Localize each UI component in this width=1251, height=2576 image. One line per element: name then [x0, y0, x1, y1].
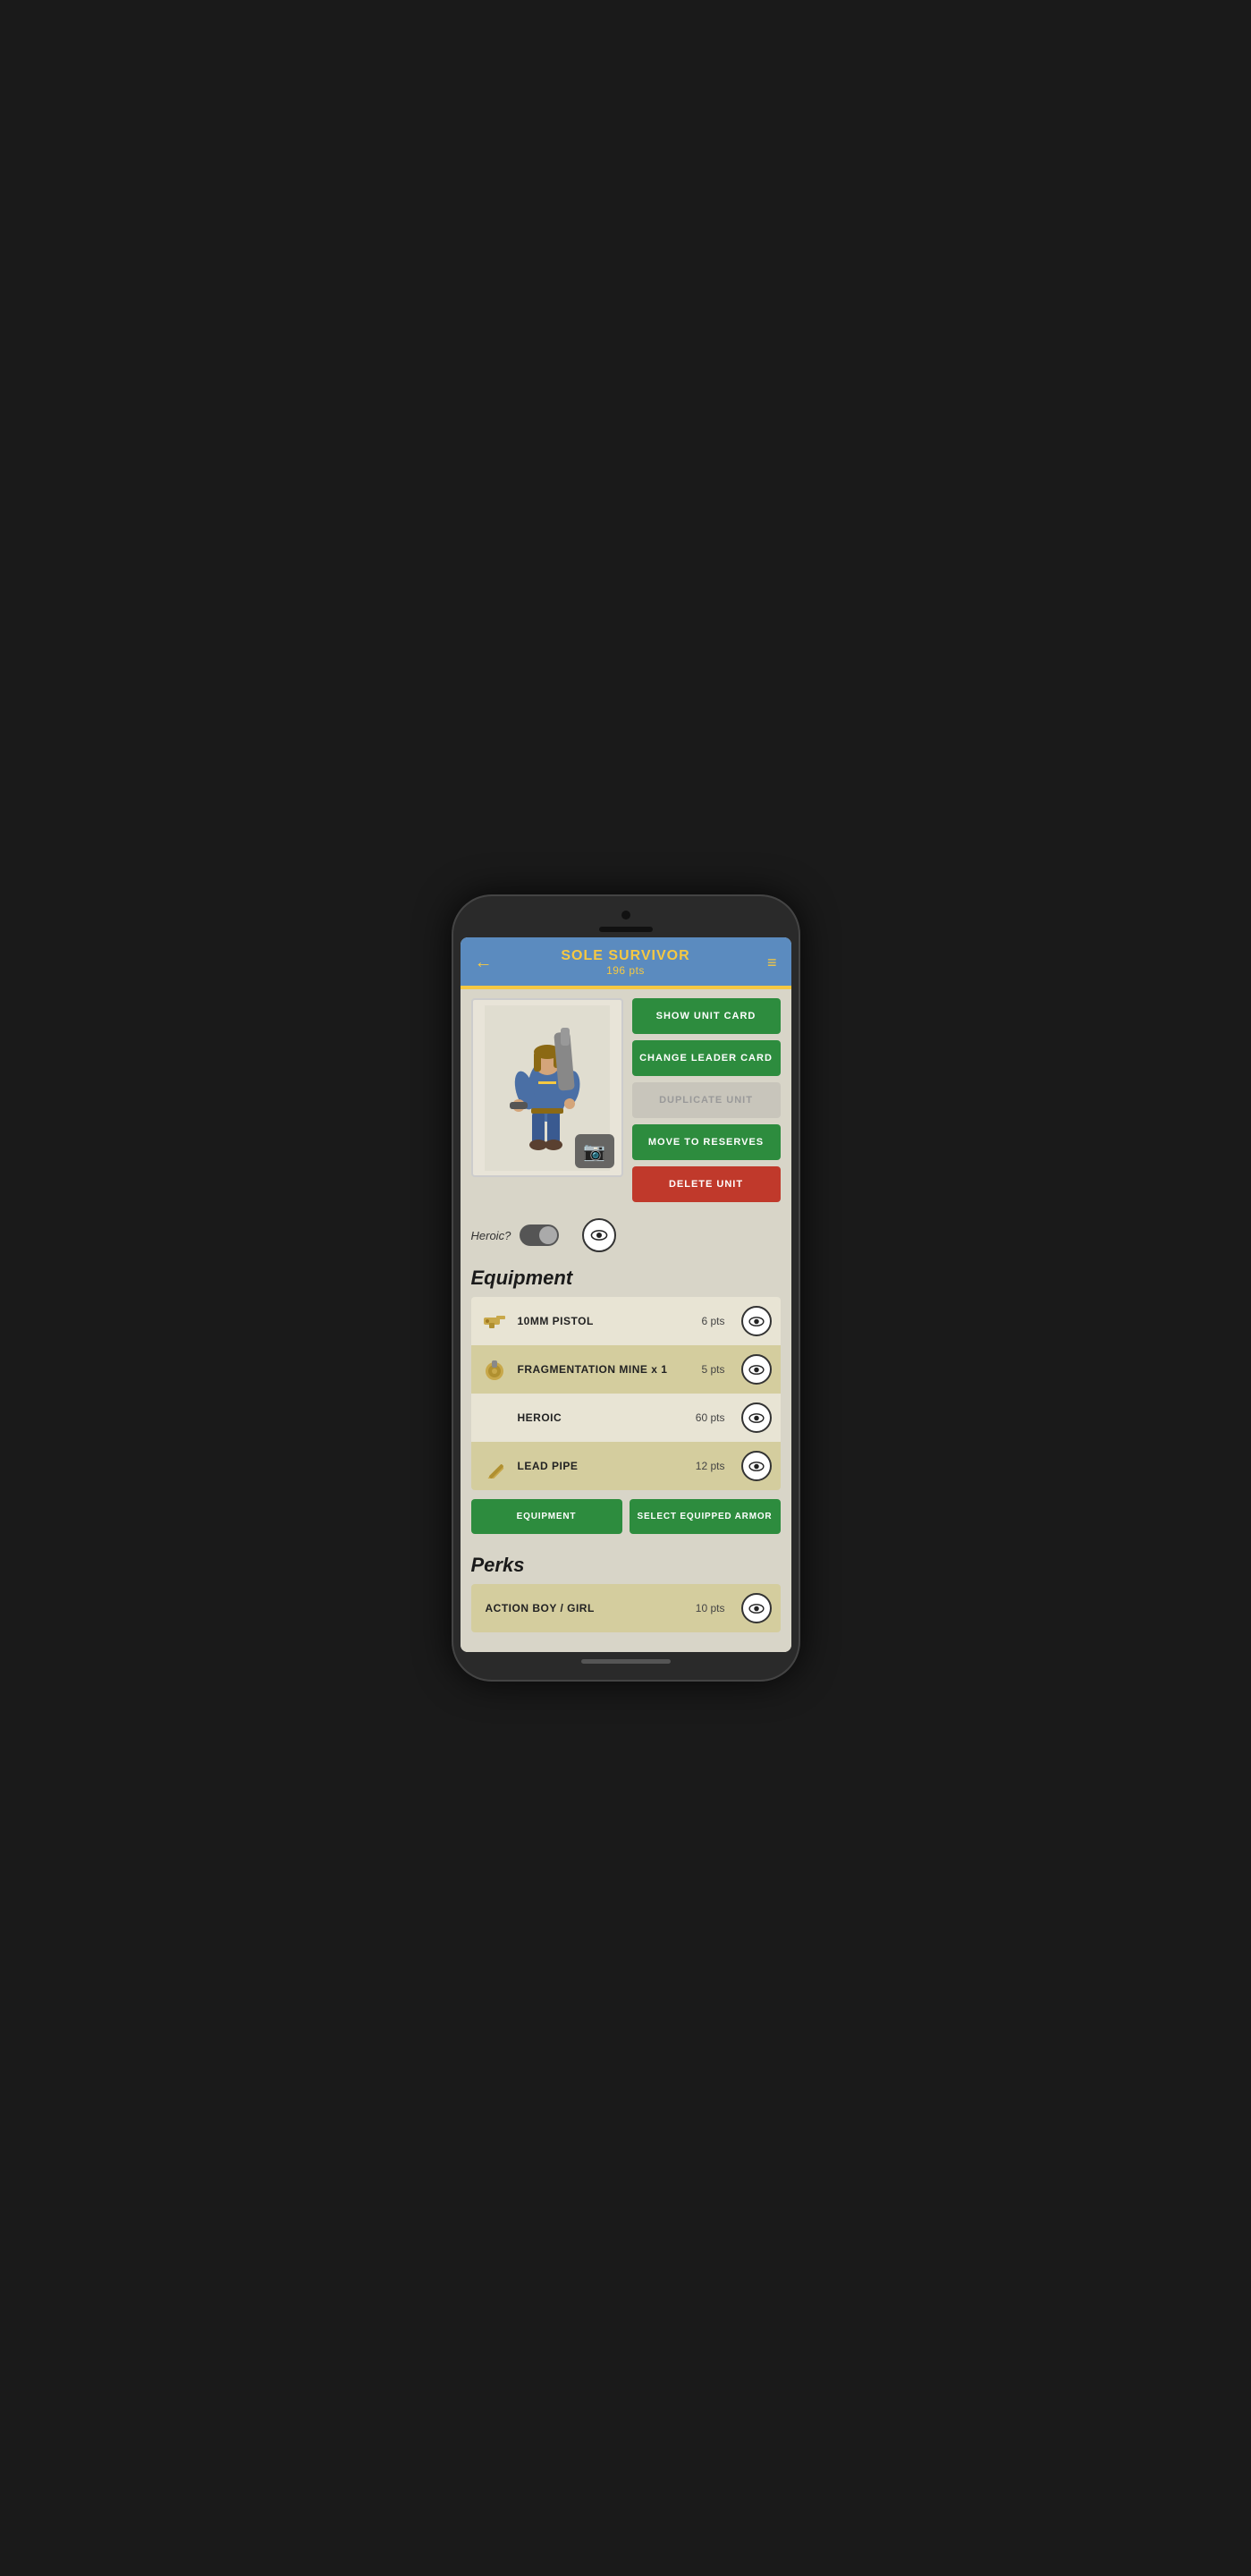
equipment-item-name: 10MM PISTOL [518, 1315, 693, 1327]
toggle-thumb [539, 1226, 557, 1244]
page-title: SOLE SURVIVOR [500, 948, 752, 964]
duplicate-unit-button: DUPLICATE UNIT [632, 1082, 781, 1118]
points-display: 196 pts [500, 964, 752, 977]
unit-image-box: 📷 [471, 998, 623, 1177]
equipment-eye-button[interactable] [741, 1354, 772, 1385]
equipment-row: LEAD PIPE 12 pts [471, 1442, 781, 1490]
bottom-buttons: EQUIPMENT SELECT EQUIPPED ARMOR [471, 1490, 781, 1543]
heroic-toggle[interactable] [520, 1224, 559, 1246]
front-camera [621, 911, 630, 919]
eye-icon [748, 1317, 765, 1326]
equipment-item-pts: 12 pts [696, 1460, 725, 1472]
camera-button[interactable]: 📷 [575, 1134, 614, 1168]
show-unit-card-button[interactable]: SHOW UNIT CARD [632, 998, 781, 1034]
change-leader-card-button[interactable]: CHANGE LEADER CARD [632, 1040, 781, 1076]
equipment-row: FRAGMENTATION MINE x 1 5 pts [471, 1345, 781, 1394]
delete-unit-button[interactable]: DELETE UNIT [632, 1166, 781, 1202]
equipment-button[interactable]: EQUIPMENT [471, 1499, 622, 1534]
camera-icon: 📷 [583, 1140, 605, 1163]
menu-button[interactable]: ≡ [752, 954, 777, 970]
equipment-row: HEROIC 60 pts [471, 1394, 781, 1442]
pistol-icon [480, 1307, 509, 1335]
equipment-item-name: LEAD PIPE [518, 1460, 687, 1472]
eye-icon [748, 1462, 765, 1471]
header-title-block: SOLE SURVIVOR 196 pts [500, 948, 752, 977]
eye-icon [748, 1413, 765, 1423]
equipment-row: 10MM PISTOL 6 pts [471, 1297, 781, 1345]
eye-icon [748, 1365, 765, 1375]
perk-eye-button[interactable] [741, 1593, 772, 1623]
equipment-item-pts: 6 pts [701, 1315, 724, 1327]
app-header: ← SOLE SURVIVOR 196 pts ≡ [461, 937, 791, 986]
back-button[interactable]: ← [475, 953, 500, 973]
speaker [599, 927, 653, 932]
perk-row: ACTION BOY / GIRL 10 pts [471, 1584, 781, 1632]
equipment-eye-button[interactable] [741, 1402, 772, 1433]
move-to-reserves-button[interactable]: MOVE TO RESERVES [632, 1124, 781, 1160]
equipment-section-title: Equipment [471, 1256, 781, 1297]
perk-item-name: ACTION BOY / GIRL [480, 1602, 687, 1614]
equipment-item-name: HEROIC [480, 1411, 687, 1424]
heroic-label: Heroic? [471, 1229, 511, 1242]
main-content: 📷 SHOW UNIT CARD CHANGE LEADER CARD DUPL… [461, 989, 791, 1652]
equipment-item-name: FRAGMENTATION MINE x 1 [518, 1363, 693, 1376]
top-section: 📷 SHOW UNIT CARD CHANGE LEADER CARD DUPL… [471, 998, 781, 1202]
perks-section: Perks ACTION BOY / GIRL 10 pts [471, 1543, 781, 1643]
select-equipped-armor-button[interactable]: SELECT EQUIPPED ARMOR [630, 1499, 781, 1534]
action-buttons-col: SHOW UNIT CARD CHANGE LEADER CARD DUPLIC… [632, 998, 781, 1202]
home-bar [581, 1659, 671, 1664]
phone-device: ← SOLE SURVIVOR 196 pts ≡ [452, 894, 800, 1682]
equipment-eye-button[interactable] [741, 1451, 772, 1481]
equipment-item-pts: 5 pts [701, 1363, 724, 1376]
heroic-eye-button[interactable] [582, 1218, 616, 1252]
eye-icon [748, 1604, 765, 1614]
mine-icon [480, 1355, 509, 1384]
phone-screen: ← SOLE SURVIVOR 196 pts ≡ [461, 937, 791, 1652]
perks-list: ACTION BOY / GIRL 10 pts [471, 1584, 781, 1632]
perk-item-pts: 10 pts [696, 1602, 725, 1614]
heroic-row: Heroic? [471, 1211, 781, 1256]
equipment-list: 10MM PISTOL 6 pts [471, 1297, 781, 1490]
perks-section-title: Perks [471, 1543, 781, 1584]
equipment-item-pts: 60 pts [696, 1411, 725, 1424]
eye-icon [590, 1230, 608, 1241]
equipment-eye-button[interactable] [741, 1306, 772, 1336]
lead-pipe-icon [480, 1452, 509, 1480]
